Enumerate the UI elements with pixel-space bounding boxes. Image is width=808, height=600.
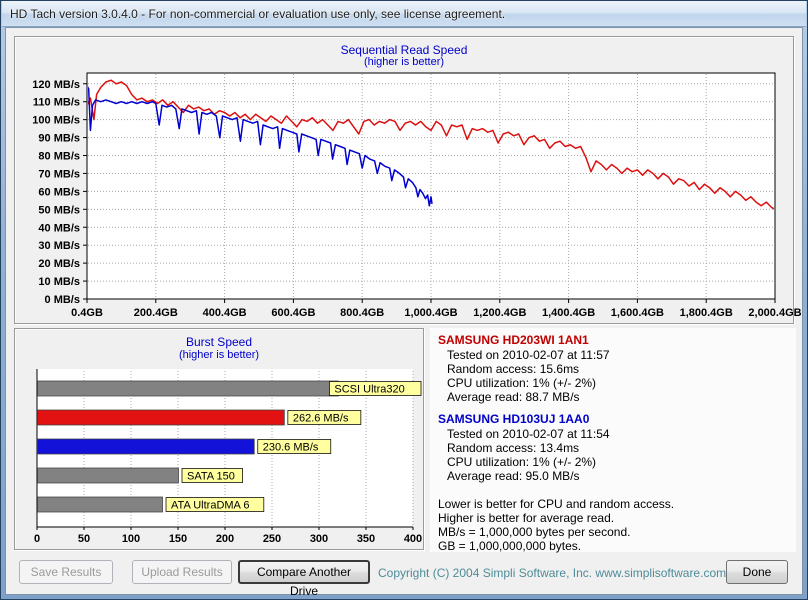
seq-xtick-label: 400.4GB <box>203 307 247 319</box>
seq-ytick-label: 110 MB/s <box>33 97 80 109</box>
burst-xtick-label: 150 <box>169 533 187 545</box>
seq-ytick-label: 80 MB/s <box>38 151 80 163</box>
burst-xtick-label: 200 <box>216 533 234 545</box>
burst-xtick-label: 0 <box>34 533 40 545</box>
burst-bar <box>37 409 285 426</box>
seq-xtick-label: 1,600.4GB <box>611 307 664 319</box>
note-lower-better: Lower is better for CPU and random acces… <box>438 497 675 511</box>
seq-ytick-label: 50 MB/s <box>38 204 80 216</box>
seq-ytick-label: 70 MB/s <box>38 168 80 180</box>
drive-2-random-access: Random access: 13.4ms <box>447 441 580 455</box>
burst-speed-panel: Burst Speed (higher is better) 0 50 100 150… <box>14 328 424 550</box>
seq-xtick-label: 800.4GB <box>340 307 384 319</box>
done-button[interactable]: Done <box>726 560 788 584</box>
burst-bar <box>37 438 255 455</box>
burst-xtick-label: 250 <box>263 533 281 545</box>
seq-xtick-label: 2,000.4GB <box>748 307 801 319</box>
drive-2-cpu: CPU utilization: 1% (+/- 2%) <box>447 455 597 469</box>
burst-bar <box>37 380 339 397</box>
seq-ytick-label: 0 MB/s <box>45 294 80 306</box>
seq-ytick-label: 120 MB/s <box>32 79 80 91</box>
hdtach-window: HD Tach version 3.0.4.0 - For non-commer… <box>0 0 808 600</box>
seq-ytick-label: 100 MB/s <box>32 115 80 127</box>
drive-2-tested: Tested on 2010-02-07 at 11:54 <box>447 427 610 441</box>
seq-xtick-label: 1,200.4GB <box>473 307 526 319</box>
burst-xtick-label: 350 <box>357 533 375 545</box>
burst-bar-label: 230.6 MB/s <box>263 442 319 454</box>
seq-xtick-label: 1,400.4GB <box>542 307 595 319</box>
client-area: Sequential Read Speed (higher is better)… <box>5 27 803 598</box>
legend-notes: Lower is better for CPU and random acces… <box>438 497 788 553</box>
save-results-button[interactable]: Save Results <box>19 560 113 584</box>
seq-ytick-label: 10 MB/s <box>38 276 80 288</box>
seq-ytick-label: 40 MB/s <box>38 222 80 234</box>
burst-bar-label: SCSI Ultra320 <box>334 384 404 396</box>
drive-1-average-read: Average read: 88.7 MB/s <box>447 390 580 404</box>
titlebar[interactable]: HD Tach version 3.0.4.0 - For non-commer… <box>2 1 806 27</box>
seq-ytick-label: 30 MB/s <box>38 240 80 252</box>
sequential-read-panel: Sequential Read Speed (higher is better)… <box>14 36 802 324</box>
drive-1-cpu: CPU utilization: 1% (+/- 2%) <box>447 376 597 390</box>
burst-bar-label: 262.6 MB/s <box>293 413 349 425</box>
burst-xtick-label: 50 <box>78 533 90 545</box>
drive-1-tested: Tested on 2010-02-07 at 11:57 <box>447 348 610 362</box>
copyright-text: Copyright (C) 2004 Simpli Software, Inc.… <box>378 566 727 580</box>
burst-bar-label: SATA 150 <box>187 471 235 483</box>
drive-result-1: SAMSUNG HD203WI 1AN1 Tested on 2010-02-0… <box>438 333 788 404</box>
burst-xtick-label: 300 <box>310 533 328 545</box>
upload-results-button[interactable]: Upload Results <box>132 560 232 584</box>
seq-xtick-label: 1,800.4GB <box>680 307 733 319</box>
window-title: HD Tach version 3.0.4.0 - For non-commer… <box>10 7 506 21</box>
seq-xtick-label: 0.4GB <box>71 307 103 319</box>
seq-xtick-label: 200.4GB <box>134 307 178 319</box>
drive-2-name: SAMSUNG HD103UJ 1AA0 <box>438 412 590 426</box>
burst-bar <box>37 467 179 484</box>
burst-bar-label: ATA UltraDMA 6 <box>171 500 249 512</box>
drive-result-2: SAMSUNG HD103UJ 1AA0 Tested on 2010-02-0… <box>438 412 788 483</box>
note-gb-definition: GB = 1,000,000,000 bytes. <box>438 539 582 553</box>
note-mbs-definition: MB/s = 1,000,000 bytes per second. <box>438 525 631 539</box>
compare-another-drive-button[interactable]: Compare Another Drive <box>238 560 370 598</box>
seq-ytick-label: 90 MB/s <box>38 133 80 145</box>
results-info-panel: SAMSUNG HD203WI 1AN1 Tested on 2010-02-0… <box>430 328 796 553</box>
burst-xtick-label: 400 <box>404 533 422 545</box>
sequential-read-chart: 120 MB/s 110 MB/s 100 MB/s 90 MB/s 80 MB/s 70… <box>32 72 802 319</box>
drive-2-average-read: Average read: 95.0 MB/s <box>447 469 580 483</box>
drive-1-name: SAMSUNG HD203WI 1AN1 <box>438 333 589 347</box>
drive-1-random-access: Random access: 15.6ms <box>447 362 580 376</box>
burst-speed-chart: 0 50 100 150 200 250 300 350 400 SCSI Ultra320 262… <box>34 369 422 545</box>
seq-ytick-label: 60 MB/s <box>38 186 80 198</box>
note-higher-better: Higher is better for average read. <box>438 511 615 525</box>
burst-xtick-label: 100 <box>122 533 140 545</box>
seq-xtick-label: 1,000.4GB <box>404 307 457 319</box>
seq-xtick-label: 600.4GB <box>271 307 315 319</box>
burst-bar <box>37 496 163 513</box>
seq-ytick-label: 20 MB/s <box>38 258 80 270</box>
